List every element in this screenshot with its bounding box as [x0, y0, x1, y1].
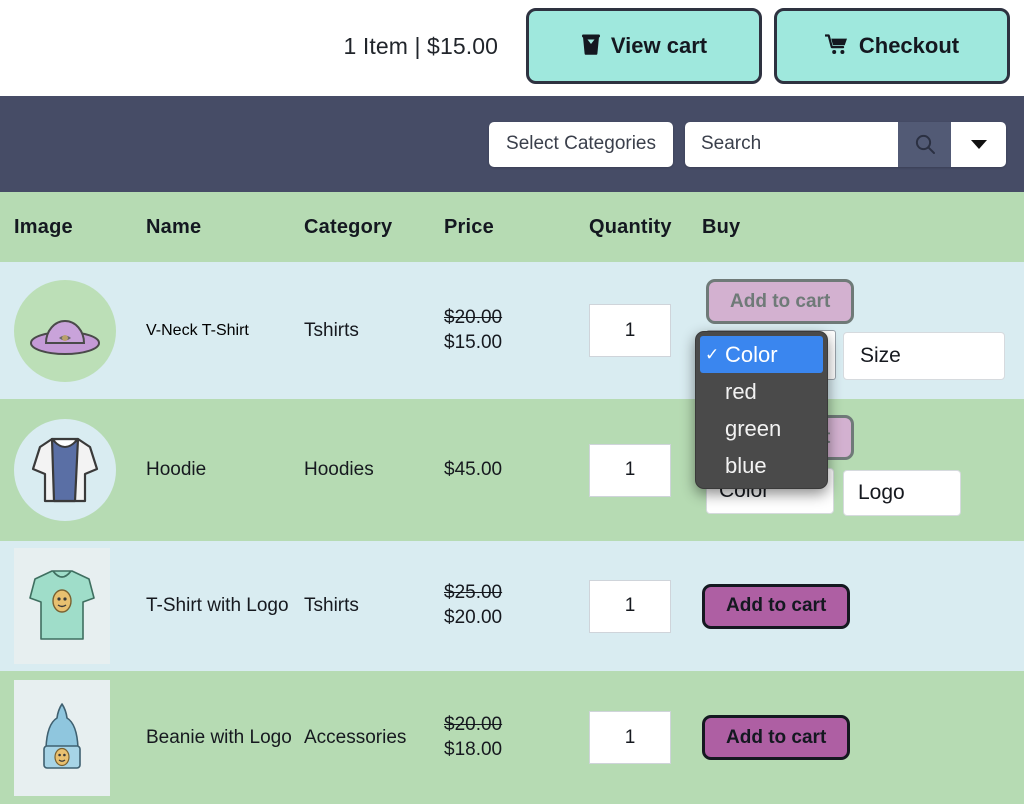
- quantity-input[interactable]: 1: [589, 304, 671, 357]
- search-submit-button[interactable]: [898, 122, 951, 167]
- add-to-cart-button-disabled: Add to cart: [706, 279, 854, 324]
- product-name: Hoodie: [146, 459, 206, 480]
- table-row: Beanie with Logo Accessories $20.00 $18.…: [0, 671, 1024, 804]
- size-select-label: Size: [860, 344, 901, 368]
- dropdown-option-color[interactable]: ✓ Color: [700, 336, 823, 373]
- dropdown-option-label: red: [725, 379, 757, 405]
- product-name: T-Shirt with Logo: [146, 595, 289, 616]
- select-categories-label: Select Categories: [506, 133, 656, 155]
- product-price: $45.00: [444, 458, 589, 483]
- product-name: Beanie with Logo: [146, 727, 292, 748]
- product-price: $20.00 $15.00: [444, 306, 589, 355]
- search-bar: Select Categories: [0, 96, 1024, 192]
- hoodie-icon: [14, 419, 116, 521]
- select-categories-dropdown[interactable]: Select Categories: [489, 122, 673, 167]
- tshirt-with-logo-icon: [14, 548, 110, 664]
- column-header-price: Price: [444, 216, 589, 239]
- quantity-input[interactable]: 1: [589, 444, 671, 497]
- table-header-row: Image Name Category Price Quantity Buy: [0, 192, 1024, 262]
- product-name: V-Neck T-Shirt: [144, 322, 304, 340]
- add-to-cart-button[interactable]: Add to cart: [702, 715, 850, 760]
- price-original: $20.00: [444, 306, 589, 331]
- product-image-cell: [0, 419, 144, 521]
- column-header-category: Category: [304, 216, 444, 239]
- add-to-cart-button[interactable]: Add to cart: [702, 584, 850, 629]
- product-price: $20.00 $18.00: [444, 713, 589, 762]
- price-sale: $15.00: [444, 331, 589, 356]
- size-select-row-1[interactable]: Size: [843, 332, 1005, 380]
- dropdown-option-blue[interactable]: blue: [696, 447, 827, 484]
- dropdown-option-label: green: [725, 416, 781, 442]
- checkmark-icon: ✓: [705, 345, 725, 365]
- store-products-page: 1 Item | $15.00 View cart Chec: [0, 0, 1024, 804]
- cart-summary: 1 Item | $15.00: [343, 33, 498, 60]
- column-header-buy: Buy: [702, 216, 1024, 239]
- sun-hat-icon: [14, 280, 116, 382]
- product-category: Tshirts: [304, 595, 359, 616]
- column-header-name: Name: [144, 216, 304, 239]
- magnifier-icon: [914, 133, 936, 155]
- price-sale: $18.00: [444, 738, 589, 763]
- dropdown-option-label: Color: [725, 342, 778, 368]
- dropdown-option-label: blue: [725, 453, 767, 479]
- logo-select-row-2[interactable]: Logo: [843, 470, 961, 516]
- column-header-quantity: Quantity: [589, 216, 702, 239]
- price-original: $20.00: [444, 713, 589, 738]
- search-group: [685, 122, 1006, 167]
- view-cart-button[interactable]: View cart: [526, 8, 762, 84]
- shopping-cart-icon: [825, 34, 849, 59]
- color-dropdown-menu[interactable]: ✓ Color red green blue: [695, 331, 828, 489]
- dropdown-option-green[interactable]: green: [696, 410, 827, 447]
- price-original: $25.00: [444, 581, 589, 606]
- checkout-button[interactable]: Checkout: [774, 8, 1010, 84]
- price-sale: $45.00: [444, 458, 589, 483]
- caret-down-icon: [971, 140, 987, 149]
- price-sale: $20.00: [444, 606, 589, 631]
- product-image-cell: [0, 548, 144, 664]
- view-cart-label: View cart: [611, 33, 707, 59]
- product-category: Tshirts: [304, 320, 359, 341]
- product-price: $25.00 $20.00: [444, 581, 589, 630]
- product-category: Accessories: [304, 727, 406, 748]
- logo-select-label: Logo: [858, 481, 905, 505]
- quantity-input[interactable]: 1: [589, 580, 671, 633]
- product-category: Hoodies: [304, 459, 374, 480]
- product-image-cell: [0, 680, 144, 796]
- dropdown-option-red[interactable]: red: [696, 373, 827, 410]
- quantity-input[interactable]: 1: [589, 711, 671, 764]
- search-input[interactable]: [685, 122, 898, 167]
- cart-bag-icon: [581, 33, 601, 59]
- checkout-label: Checkout: [859, 33, 959, 59]
- search-options-caret-button[interactable]: [951, 122, 1006, 167]
- column-header-image: Image: [0, 216, 144, 239]
- beanie-with-logo-icon: [14, 680, 110, 796]
- table-row: T-Shirt with Logo Tshirts $25.00 $20.00 …: [0, 541, 1024, 671]
- product-image-cell: [0, 280, 144, 382]
- cart-bar: 1 Item | $15.00 View cart Chec: [0, 0, 1024, 92]
